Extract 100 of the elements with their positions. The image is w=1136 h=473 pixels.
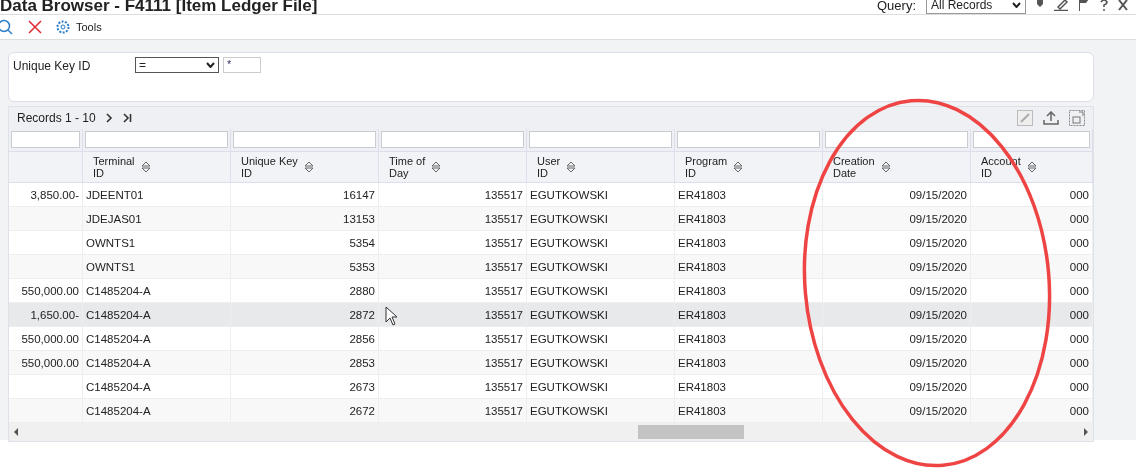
table-cell: EGUTKOWSKI [530, 308, 608, 321]
table-cell: 000 [1069, 284, 1089, 297]
table-cell: 09/15/2020 [909, 212, 967, 225]
table-cell: ER41803 [678, 236, 726, 249]
table-row[interactable]: 550,000.00 C1485204-A 2856 135517 EGUTKOWSKI ER41803 09/15/2020 000 [9, 327, 1093, 351]
gear-icon [56, 20, 70, 34]
table-cell: C1485204-A [86, 380, 151, 393]
table-cell: 135517 [484, 356, 523, 369]
table-row[interactable]: 3,850.00- JDEENT01 16147 135517 EGUTKOWSKI ER41803 09/15/2020 000 [9, 183, 1093, 207]
column-filter-field[interactable] [677, 131, 820, 148]
column-header[interactable]: User ID [527, 151, 675, 183]
table-cell: ER41803 [678, 332, 726, 345]
sort-icon[interactable] [733, 161, 744, 173]
column-header[interactable]: Time of Day [379, 151, 527, 183]
table-cell: JDEJAS01 [86, 212, 142, 225]
sort-icon[interactable] [566, 161, 577, 173]
sort-icon[interactable] [1026, 161, 1037, 173]
table-cell: 000 [1069, 236, 1089, 249]
table-cell: 1,650.00- [30, 308, 79, 321]
column-header[interactable]: Program ID [675, 151, 823, 183]
table-row[interactable]: C1485204-A 2672 135517 EGUTKOWSKI ER41803 09/15/2020 000 [9, 399, 1093, 423]
table-cell: EGUTKOWSKI [530, 188, 608, 201]
table-cell: C1485204-A [86, 356, 151, 369]
table-row[interactable]: OWNTS1 5354 135517 EGUTKOWSKI ER41803 09/15/2020 000 [9, 231, 1093, 255]
edit-icon[interactable] [1054, 0, 1068, 11]
filter-value-field[interactable]: * [223, 57, 261, 73]
sort-icon[interactable] [880, 161, 891, 173]
table-cell: EGUTKOWSKI [530, 260, 608, 273]
column-filter-field[interactable] [825, 131, 968, 148]
column-filter-field[interactable] [85, 131, 228, 148]
table-cell: 16147 [343, 188, 375, 201]
sort-icon[interactable] [303, 161, 314, 173]
table-row[interactable]: JDEJAS01 13153 135517 EGUTKOWSKI ER41803 09/15/2020 000 [9, 207, 1093, 231]
search-icon[interactable] [0, 19, 14, 35]
table-cell: 000 [1069, 356, 1089, 369]
table-cell: C1485204-A [86, 308, 151, 321]
table-cell: 09/15/2020 [909, 380, 967, 393]
table-cell: C1485204-A [86, 404, 151, 417]
table-cell: EGUTKOWSKI [530, 236, 608, 249]
column-filter-field[interactable] [233, 131, 376, 148]
table-row[interactable]: 550,000.00 C1485204-A 2853 135517 EGUTKOWSKI ER41803 09/15/2020 000 [9, 351, 1093, 375]
table-cell: 09/15/2020 [909, 308, 967, 321]
horizontal-scrollbar[interactable] [9, 423, 1093, 441]
table-cell: 000 [1069, 404, 1089, 417]
table-row[interactable]: C1485204-A 2673 135517 EGUTKOWSKI ER41803 09/15/2020 000 [9, 375, 1093, 399]
sort-icon[interactable] [431, 161, 442, 173]
column-header[interactable]: Terminal ID [83, 151, 231, 183]
table-cell: 135517 [484, 212, 523, 225]
table-cell: ER41803 [678, 212, 726, 225]
table-cell: ER41803 [678, 356, 726, 369]
next-page-icon[interactable] [105, 113, 113, 123]
table-cell: 2853 [349, 356, 375, 369]
filter-label: Unique Key ID [13, 59, 92, 73]
table-cell: 000 [1069, 188, 1089, 201]
table-cell: ER41803 [678, 284, 726, 297]
table-cell: EGUTKOWSKI [530, 212, 608, 225]
table-row[interactable]: OWNTS1 5353 135517 EGUTKOWSKI ER41803 09/15/2020 000 [9, 255, 1093, 279]
column-filter-field[interactable] [381, 131, 524, 148]
table-cell: ER41803 [678, 404, 726, 417]
close-icon[interactable] [1118, 0, 1128, 11]
table-cell: 2856 [349, 332, 375, 345]
table-cell: C1485204-A [86, 284, 151, 297]
column-header[interactable]: Unique Key ID [231, 151, 379, 183]
table-cell: 5353 [349, 260, 375, 273]
table-cell: 550,000.00 [21, 356, 79, 369]
column-filter-field[interactable] [529, 131, 672, 148]
table-cell: 135517 [484, 380, 523, 393]
table-cell: ER41803 [678, 188, 726, 201]
help-icon[interactable] [1100, 0, 1108, 11]
table-cell: 135517 [484, 236, 523, 249]
table-cell: 550,000.00 [21, 332, 79, 345]
table-row[interactable]: 550,000.00 C1485204-A 2880 135517 EGUTKOWSKI ER41803 09/15/2020 000 [9, 279, 1093, 303]
last-page-icon[interactable] [122, 113, 132, 123]
table-cell: 000 [1069, 308, 1089, 321]
table-cell: 2673 [349, 380, 375, 393]
table-cell: 13153 [343, 212, 375, 225]
table-cell: EGUTKOWSKI [530, 332, 608, 345]
scrollbar-thumb[interactable] [638, 425, 744, 439]
table-row[interactable]: 1,650.00- C1485204-A 2872 135517 EGUTKOWSKI ER41803 09/15/2020 000 [9, 303, 1093, 327]
upload-icon[interactable] [1043, 111, 1059, 125]
operator-select[interactable]: = [135, 57, 219, 73]
column-filter-field[interactable] [11, 131, 80, 148]
query-select[interactable]: All Records [926, 0, 1026, 14]
table-cell: 135517 [484, 332, 523, 345]
close-icon[interactable] [28, 20, 42, 34]
table-cell: EGUTKOWSKI [530, 404, 608, 417]
table-cell: 09/15/2020 [909, 404, 967, 417]
expand-grid-icon[interactable] [1069, 110, 1085, 126]
flag-icon[interactable] [1078, 0, 1090, 11]
caret-icon [1012, 2, 1021, 8]
table-cell: 09/15/2020 [909, 356, 967, 369]
column-filter-field[interactable] [973, 131, 1090, 148]
table-cell: 2872 [349, 308, 375, 321]
column-header[interactable]: Creation Date [823, 151, 971, 183]
table-cell: EGUTKOWSKI [530, 284, 608, 297]
tools-link[interactable]: Tools [56, 20, 102, 34]
table-cell: ER41803 [678, 308, 726, 321]
table-cell: C1485204-A [86, 332, 151, 345]
cursor-icon [385, 306, 399, 326]
sort-icon[interactable] [140, 161, 151, 173]
